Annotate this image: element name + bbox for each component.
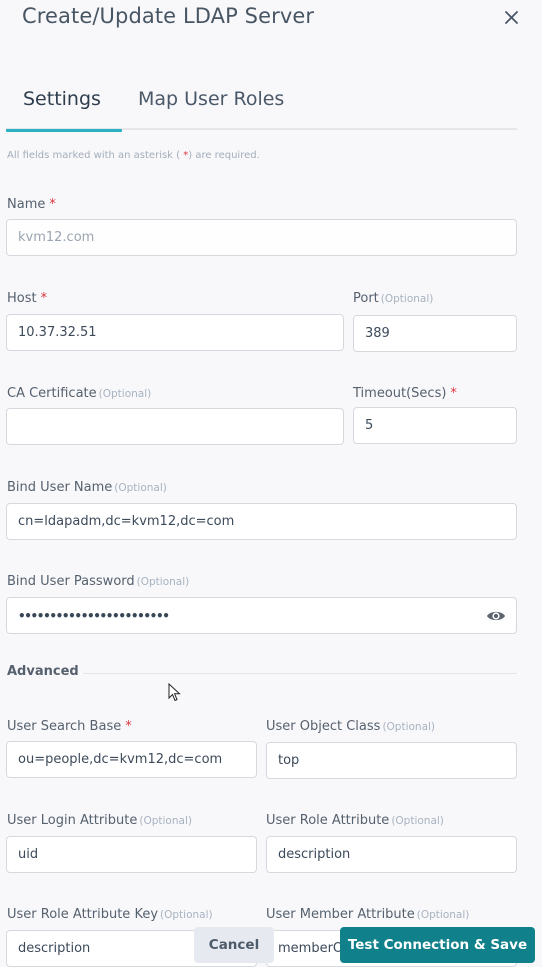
user-object-class-label-text: User Object Class bbox=[266, 719, 381, 734]
ldap-server-dialog: Create/Update LDAP Server Settings Map U… bbox=[0, 0, 542, 967]
port-label: Port (Optional) bbox=[353, 291, 433, 306]
user-login-attribute-label: User Login Attribute (Optional) bbox=[7, 813, 192, 828]
host-label-text: Host bbox=[7, 291, 37, 306]
user-member-attribute-value: memberOf bbox=[278, 941, 348, 956]
cancel-button[interactable]: Cancel bbox=[194, 927, 274, 963]
tab-map-user-roles[interactable]: Map User Roles bbox=[138, 88, 284, 130]
optional-tag: (Optional) bbox=[391, 815, 444, 827]
note-prefix: All fields marked with an asterisk ( bbox=[7, 150, 181, 161]
required-asterisk: * bbox=[125, 719, 132, 734]
user-role-attribute-key-label-text: User Role Attribute Key bbox=[7, 907, 159, 922]
bind-user-name-input[interactable]: cn=ldapadm,dc=kvm12,dc=com bbox=[6, 503, 517, 540]
optional-tag: (Optional) bbox=[136, 576, 190, 588]
note-suffix: ) are required. bbox=[188, 150, 260, 161]
port-label-text: Port bbox=[353, 291, 379, 306]
host-input[interactable]: 10.37.32.51 bbox=[6, 314, 344, 351]
user-search-base-value: ou=people,dc=kvm12,dc=com bbox=[18, 752, 223, 767]
password-masked-value: •••••••••••••••••••••••• bbox=[18, 608, 170, 623]
user-role-attribute-key-value: description bbox=[18, 941, 91, 956]
user-role-attribute-label-text: User Role Attribute bbox=[266, 813, 390, 828]
port-input[interactable]: 389 bbox=[353, 315, 517, 352]
user-object-class-label: User Object Class (Optional) bbox=[266, 719, 435, 734]
tab-bar: Settings Map User Roles bbox=[6, 88, 517, 132]
bind-user-password-label: Bind User Password (Optional) bbox=[7, 574, 189, 589]
mouse-cursor-icon bbox=[168, 683, 181, 702]
name-label-text: Name bbox=[7, 197, 46, 212]
name-value: kvm12.com bbox=[18, 230, 95, 245]
user-role-attribute-input[interactable]: description bbox=[266, 836, 517, 873]
user-login-attribute-input[interactable]: uid bbox=[6, 836, 257, 873]
timeout-value: 5 bbox=[365, 418, 374, 433]
bind-user-name-label-text: Bind User Name bbox=[7, 480, 113, 495]
timeout-label-text: Timeout(Secs) bbox=[353, 386, 447, 401]
optional-tag: (Optional) bbox=[139, 815, 192, 827]
user-object-class-value: top bbox=[278, 753, 300, 768]
ca-certificate-label: CA Certificate (Optional) bbox=[7, 386, 151, 401]
user-search-base-label: User Search Base * bbox=[7, 719, 132, 734]
advanced-divider bbox=[83, 673, 517, 674]
optional-tag: (Optional) bbox=[114, 482, 167, 494]
optional-tag: (Optional) bbox=[98, 388, 152, 400]
name-input[interactable]: kvm12.com bbox=[6, 219, 517, 256]
host-value: 10.37.32.51 bbox=[18, 325, 97, 340]
user-object-class-input[interactable]: top bbox=[266, 742, 517, 779]
show-password-toggle[interactable] bbox=[486, 607, 506, 625]
timeout-input[interactable]: 5 bbox=[353, 407, 517, 444]
eye-icon bbox=[487, 611, 505, 621]
user-member-attribute-label-text: User Member Attribute bbox=[266, 907, 415, 922]
required-asterisk: * bbox=[49, 197, 56, 212]
timeout-label: Timeout(Secs) * bbox=[353, 386, 457, 401]
tab-settings[interactable]: Settings bbox=[6, 88, 122, 132]
dialog-title: Create/Update LDAP Server bbox=[22, 4, 315, 28]
name-label: Name * bbox=[7, 197, 56, 212]
required-asterisk: * bbox=[40, 291, 48, 306]
user-role-attribute-value: description bbox=[278, 847, 351, 862]
required-asterisk: * bbox=[450, 386, 457, 401]
close-button[interactable] bbox=[500, 6, 522, 28]
optional-tag: (Optional) bbox=[160, 909, 213, 921]
optional-tag: (Optional) bbox=[380, 293, 434, 305]
user-search-base-input[interactable]: ou=people,dc=kvm12,dc=com bbox=[6, 741, 257, 778]
tab-map-user-roles-label: Map User Roles bbox=[138, 88, 285, 110]
optional-tag: (Optional) bbox=[382, 721, 436, 733]
bind-user-name-label: Bind User Name (Optional) bbox=[7, 480, 167, 495]
close-icon bbox=[504, 10, 518, 24]
advanced-section-heading: Advanced bbox=[7, 664, 79, 679]
test-connection-save-button[interactable]: Test Connection & Save bbox=[340, 927, 535, 963]
port-value: 389 bbox=[365, 326, 390, 341]
ca-certificate-input[interactable] bbox=[6, 408, 344, 445]
user-login-attribute-value: uid bbox=[18, 847, 39, 862]
user-login-attribute-label-text: User Login Attribute bbox=[7, 813, 138, 828]
bind-user-name-value: cn=ldapadm,dc=kvm12,dc=com bbox=[18, 514, 235, 529]
host-label: Host * bbox=[7, 291, 47, 306]
required-fields-note: All fields marked with an asterisk ( *) … bbox=[7, 150, 260, 161]
user-role-attribute-label: User Role Attribute (Optional) bbox=[266, 813, 444, 828]
ca-certificate-label-text: CA Certificate bbox=[7, 386, 97, 401]
bind-user-password-input[interactable]: •••••••••••••••••••••••• bbox=[6, 597, 517, 634]
tab-settings-label: Settings bbox=[23, 88, 101, 110]
user-member-attribute-label: User Member Attribute (Optional) bbox=[266, 907, 469, 922]
user-search-base-label-text: User Search Base bbox=[7, 719, 122, 734]
bind-user-password-label-text: Bind User Password bbox=[7, 574, 135, 589]
user-role-attribute-key-label: User Role Attribute Key (Optional) bbox=[7, 907, 213, 922]
active-tab-indicator bbox=[6, 129, 122, 132]
optional-tag: (Optional) bbox=[416, 909, 470, 921]
